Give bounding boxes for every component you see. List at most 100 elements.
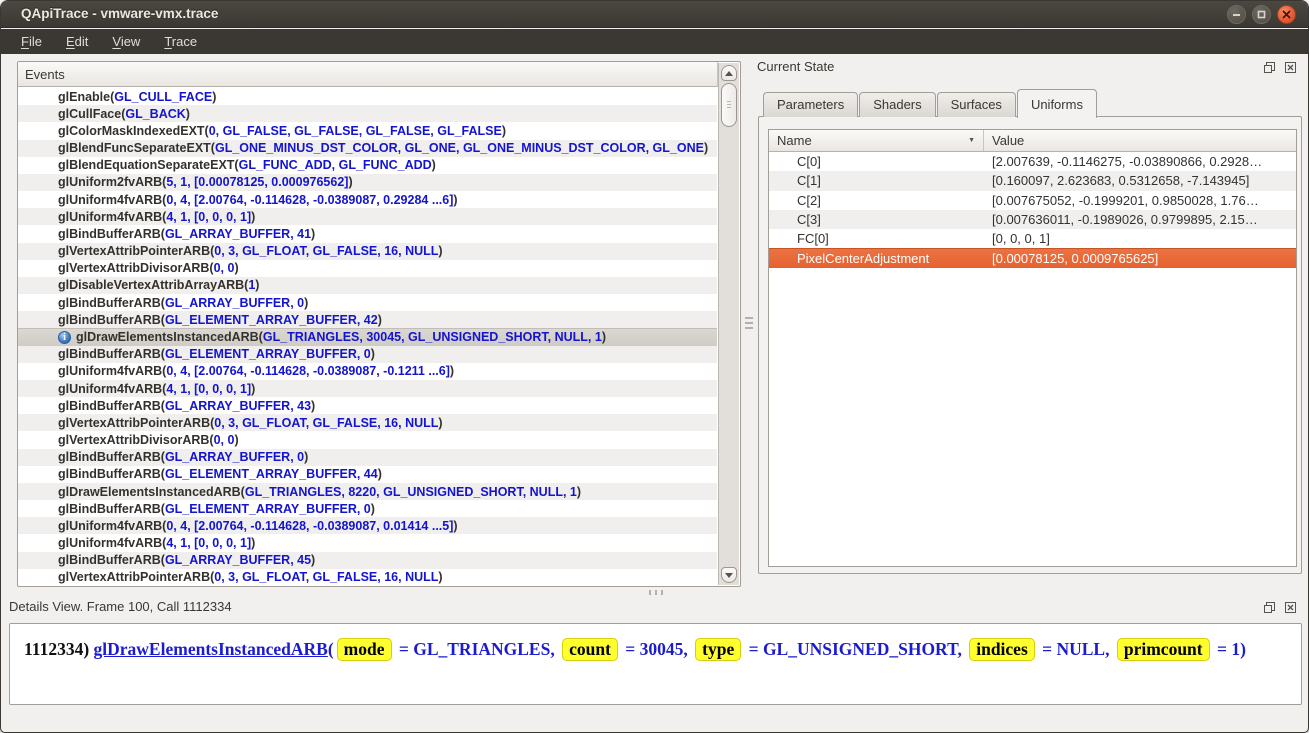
event-function: glUniform4fvARB( (58, 193, 166, 207)
event-row[interactable]: glBindBufferARB(GL_ELEMENT_ARRAY_BUFFER,… (18, 346, 717, 363)
uniform-row[interactable]: C[2][0.007675052, -0.1999201, 0.9850028,… (769, 191, 1296, 210)
close-paren: ) (577, 485, 581, 499)
vertical-splitter[interactable] (743, 61, 755, 587)
uniform-value: [0.160097, 2.623683, 0.5312658, -7.14394… (984, 173, 1296, 188)
event-args: GL_ARRAY_BUFFER, 41 (165, 227, 311, 241)
event-row[interactable]: glColorMaskIndexedEXT(0, GL_FALSE, GL_FA… (18, 122, 717, 139)
event-row[interactable]: glVertexAttribDivisorARB(0, 0) (18, 431, 717, 448)
close-paren: ) (502, 124, 506, 138)
events-header[interactable]: Events (18, 62, 718, 87)
event-row[interactable]: glEnable(GL_CULL_FACE) (18, 88, 717, 105)
splitter-grip-icon (649, 590, 665, 595)
param-name-mode: mode (337, 638, 392, 661)
close-button[interactable] (1277, 5, 1296, 24)
tab-uniforms[interactable]: Uniforms (1017, 89, 1097, 118)
event-row[interactable]: glBindBufferARB(GL_ARRAY_BUFFER, 45) (18, 552, 717, 569)
event-row[interactable]: glUniform4fvARB(4, 1, [0, 0, 0, 1]) (18, 534, 717, 551)
event-row[interactable]: glUniform4fvARB(4, 1, [0, 0, 0, 1]) (18, 380, 717, 397)
maximize-button[interactable] (1252, 5, 1271, 24)
event-row[interactable]: glDisableVertexAttribArrayARB(1) (18, 277, 717, 294)
event-row[interactable]: glUniform4fvARB(0, 4, [2.00764, -0.11462… (18, 191, 717, 208)
event-row[interactable]: glBindBufferARB(GL_ELEMENT_ARRAY_BUFFER,… (18, 311, 717, 328)
event-args: 0, 4, [2.00764, -0.114628, -0.0389087, 0… (166, 193, 453, 207)
menu-item-file[interactable]: File (9, 31, 54, 52)
menu-item-trace[interactable]: Trace (152, 31, 209, 52)
events-scrollbar[interactable] (718, 63, 739, 585)
float-icon (1263, 601, 1276, 614)
uniform-value: [0.00078125, 0.0009765625] (984, 251, 1296, 266)
event-function: glColorMaskIndexedEXT( (58, 124, 209, 138)
event-row[interactable]: glBindBufferARB(GL_ELEMENT_ARRAY_BUFFER,… (18, 500, 717, 517)
call-function-link[interactable]: glDrawElementsInstancedARB (94, 639, 328, 659)
event-row[interactable]: glUniform2fvARB(5, 1, [0.00078125, 0.000… (18, 174, 717, 191)
uniform-row[interactable]: FC[0][0, 0, 0, 1] (769, 229, 1296, 248)
event-function: glUniform2fvARB( (58, 175, 166, 189)
tab-parameters[interactable]: Parameters (763, 92, 858, 117)
event-row[interactable]: glUniform4fvARB(0, 4, [2.00764, -0.11462… (18, 363, 717, 380)
event-args: 0, 4, [2.00764, -0.114628, -0.0389087, -… (166, 364, 450, 378)
close-panel-button[interactable] (1283, 60, 1297, 74)
event-row[interactable]: glDrawElementsInstancedARB(GL_TRIANGLES,… (18, 483, 717, 500)
close-paren: ) (348, 175, 352, 189)
event-function: glUniform4fvARB( (58, 364, 166, 378)
uniform-name: C[1] (769, 173, 984, 188)
column-name-label: Name (777, 133, 812, 148)
event-row[interactable]: glUniform4fvARB(4, 1, [0, 0, 0, 1]) (18, 208, 717, 225)
param-name-type: type (695, 638, 741, 661)
event-function: glDrawElementsInstancedARB( (76, 330, 263, 344)
horizontal-splitter[interactable] (1, 587, 1308, 597)
column-header-value[interactable]: Value (984, 130, 1296, 151)
scroll-up-button[interactable] (721, 65, 737, 81)
param-name-primcount: primcount (1117, 638, 1210, 661)
event-row[interactable]: glBlendFuncSeparateEXT(GL_ONE_MINUS_DST_… (18, 140, 717, 157)
event-row[interactable]: glBindBufferARB(GL_ARRAY_BUFFER, 0) (18, 294, 717, 311)
float-panel-button[interactable] (1262, 600, 1276, 614)
event-row[interactable]: glCullFace(GL_BACK) (18, 105, 717, 122)
event-function: glDrawElementsInstancedARB( (58, 485, 245, 499)
close-paren: ) (212, 90, 216, 104)
event-args: 1 (248, 278, 255, 292)
event-row[interactable]: glUniform4fvARB(0, 4, [2.00764, -0.11462… (18, 517, 717, 534)
event-function: glEnable( (58, 90, 114, 104)
event-row[interactable]: glBlendEquationSeparateEXT(GL_FUNC_ADD, … (18, 157, 717, 174)
close-panel-button[interactable] (1283, 600, 1297, 614)
uniform-row[interactable]: C[3][0.007636011, -0.1989026, 0.9799895,… (769, 210, 1296, 229)
menu-item-edit[interactable]: Edit (54, 31, 100, 52)
uniform-name: C[2] (769, 193, 984, 208)
event-row[interactable]: iglDrawElementsInstancedARB(GL_TRIANGLES… (18, 328, 717, 345)
uniform-row[interactable]: C[1][0.160097, 2.623683, 0.5312658, -7.1… (769, 171, 1296, 190)
param-value: = 30045, (621, 639, 692, 659)
uniform-name: PixelCenterAdjustment (769, 251, 984, 266)
event-function: glBindBufferARB( (58, 399, 165, 413)
event-args: GL_ELEMENT_ARRAY_BUFFER, 42 (165, 313, 378, 327)
event-row[interactable]: glVertexAttribPointerARB(0, 3, GL_FLOAT,… (18, 569, 717, 585)
window-controls (1227, 5, 1296, 24)
event-function: glVertexAttribPointerARB( (58, 570, 214, 584)
event-row[interactable]: glBindBufferARB(GL_ARRAY_BUFFER, 41) (18, 225, 717, 242)
scroll-down-button[interactable] (721, 567, 737, 583)
uniform-name: FC[0] (769, 231, 984, 246)
tab-shaders[interactable]: Shaders (859, 92, 935, 117)
event-row[interactable]: glVertexAttribPointerARB(0, 3, GL_FLOAT,… (18, 414, 717, 431)
uniform-row[interactable]: PixelCenterAdjustment[0.00078125, 0.0009… (769, 248, 1296, 267)
event-row[interactable]: glBindBufferARB(GL_ARRAY_BUFFER, 0) (18, 449, 717, 466)
event-function: glBindBufferARB( (58, 227, 165, 241)
event-row[interactable]: glBindBufferARB(GL_ELEMENT_ARRAY_BUFFER,… (18, 466, 717, 483)
event-row[interactable]: glBindBufferARB(GL_ARRAY_BUFFER, 43) (18, 397, 717, 414)
event-function: glDisableVertexAttribArrayARB( (58, 278, 248, 292)
event-args: 0, 4, [2.00764, -0.114628, -0.0389087, 0… (166, 519, 453, 533)
splitter-grip-icon (745, 317, 753, 331)
float-panel-button[interactable] (1262, 60, 1276, 74)
close-paren: ) (432, 158, 436, 172)
uniforms-rows: C[0][2.007639, -0.1146275, -0.03890866, … (769, 152, 1296, 268)
tab-surfaces[interactable]: Surfaces (937, 92, 1016, 117)
menu-item-view[interactable]: View (100, 31, 152, 52)
column-header-name[interactable]: Name ▼ (769, 130, 984, 151)
uniform-row[interactable]: C[0][2.007639, -0.1146275, -0.03890866, … (769, 152, 1296, 171)
minimize-button[interactable] (1227, 5, 1246, 24)
close-paren: ) (251, 536, 255, 550)
event-row[interactable]: glVertexAttribDivisorARB(0, 0) (18, 260, 717, 277)
scrollbar-thumb[interactable] (721, 83, 737, 127)
event-row[interactable]: glVertexAttribPointerARB(0, 3, GL_FLOAT,… (18, 243, 717, 260)
event-args: 0, 0 (214, 261, 235, 275)
